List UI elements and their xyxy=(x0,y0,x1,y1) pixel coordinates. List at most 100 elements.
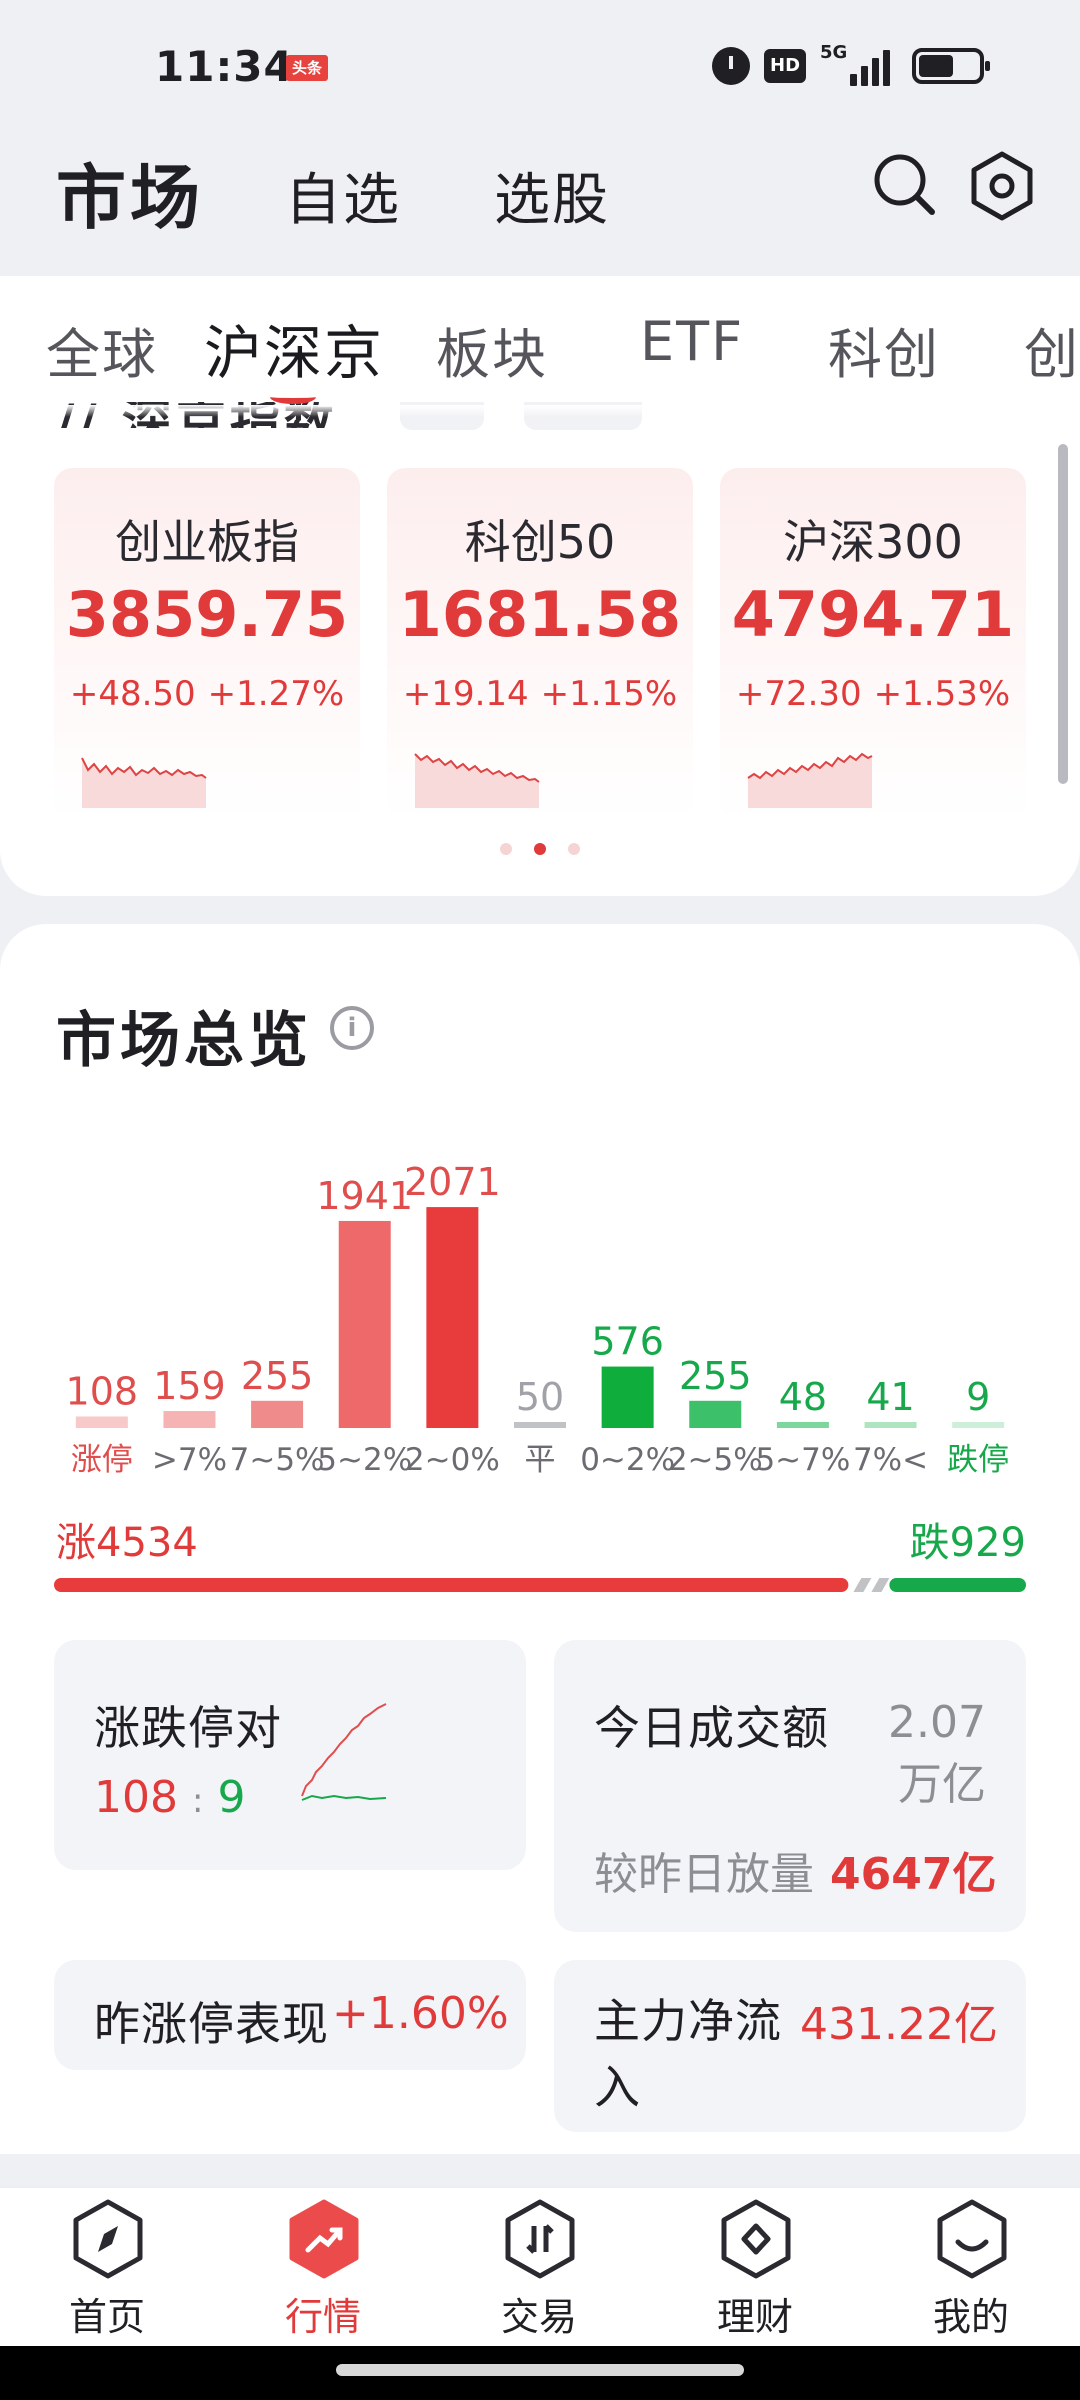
dist-value-label: 48 xyxy=(779,1375,827,1419)
tab-stock-picker[interactable]: 选股 xyxy=(494,155,610,236)
index-name: 沪深300 xyxy=(783,515,963,569)
dist-bar xyxy=(601,1366,654,1428)
nav-label: 行情 xyxy=(284,2295,361,2339)
limit-pair-values: 108 : 9 xyxy=(94,1772,245,1823)
index-change-abs: +19.14 xyxy=(402,674,529,714)
dist-value-label: 255 xyxy=(241,1354,314,1398)
yesterday-limit-value: +1.60% xyxy=(332,1988,509,2039)
dist-bar xyxy=(338,1220,391,1428)
dist-category-label: 2~5% xyxy=(668,1442,763,1478)
active-tab-indicator xyxy=(270,390,316,404)
index-name: 科创50 xyxy=(464,515,616,569)
index-card-csi300[interactable]: 沪深300 4794.71 +72.30 +1.53% xyxy=(720,468,1026,820)
index-value: 4794.71 xyxy=(731,578,1015,651)
limit-pair-trend xyxy=(301,1703,387,1801)
index-change: +19.14 +1.15% xyxy=(387,674,693,714)
turnover-card[interactable]: 今日成交额 2.07万亿 较昨日放量 4647亿 xyxy=(554,1640,1026,1932)
dist-category-label: >7% xyxy=(152,1442,227,1478)
carousel-dot[interactable] xyxy=(500,843,512,855)
search-icon[interactable] xyxy=(872,152,936,216)
down-count: 跌929 xyxy=(909,1520,1026,1566)
dist-bar xyxy=(864,1422,917,1428)
info-icon[interactable]: i xyxy=(330,1006,374,1050)
ratio-bar-flat-segment xyxy=(853,1578,872,1592)
dist-bar xyxy=(689,1400,742,1428)
index-sparkline xyxy=(747,752,873,808)
tab-watchlist[interactable]: 自选 xyxy=(285,155,401,236)
tab-hushenjing[interactable]: 沪深京 xyxy=(204,306,384,390)
dist-category-label: 7~5% xyxy=(230,1442,325,1478)
nav-market[interactable]: 行情 xyxy=(248,2198,398,2339)
tab-chinext[interactable]: 创 xyxy=(1024,310,1080,389)
index-sparkline xyxy=(81,757,207,808)
main-flow-label: 主力净流入 xyxy=(594,1994,782,2114)
tab-star-market[interactable]: 科创 xyxy=(828,310,940,389)
tabs-fade xyxy=(0,405,1080,417)
status-time: 11:34 xyxy=(155,42,294,91)
distribution-chart: 108 涨停 159 >7% 255 7~5% 1941 5~2% 2071 2~0% 50 平 576… xyxy=(66,1160,1010,1478)
index-card-chinext[interactable]: 创业板指 3859.75 +48.50 +1.27% xyxy=(54,468,360,820)
home-indicator[interactable] xyxy=(336,2364,744,2376)
nav-home[interactable]: 首页 xyxy=(32,2198,182,2339)
tab-sectors[interactable]: 板块 xyxy=(436,310,548,389)
dist-value-label: 50 xyxy=(516,1375,564,1419)
nav-label: 理财 xyxy=(716,2295,793,2339)
scrollbar[interactable] xyxy=(1058,444,1068,784)
diamond-icon xyxy=(721,2199,791,2279)
tab-etf[interactable]: ETF xyxy=(640,310,744,373)
nav-trade[interactable]: 交易 xyxy=(464,2198,614,2339)
alarm-icon xyxy=(712,47,750,85)
dist-bar xyxy=(251,1400,304,1428)
index-card-star50[interactable]: 科创50 1681.58 +19.14 +1.15% xyxy=(387,468,693,820)
nav-label: 我的 xyxy=(932,2295,1009,2339)
battery-icon xyxy=(912,48,991,84)
nav-label: 首页 xyxy=(68,2295,145,2339)
carousel-dot-active[interactable] xyxy=(534,843,546,855)
signal-icon: 5G xyxy=(820,42,891,86)
limit-pair-label: 涨跌停对 xyxy=(94,1701,282,1755)
trade-arrows-icon xyxy=(505,2199,575,2279)
index-change-pct: +1.53% xyxy=(873,674,1011,714)
yesterday-limit-card[interactable]: 昨涨停表现 +1.60% xyxy=(54,1960,526,2070)
index-sparkline xyxy=(414,753,540,808)
toutiao-badge: 头条 xyxy=(286,55,328,81)
dist-value-label: 41 xyxy=(866,1375,914,1419)
index-value: 3859.75 xyxy=(65,578,349,651)
page-title[interactable]: 市场 xyxy=(56,142,204,243)
carousel-dot[interactable] xyxy=(568,843,580,855)
dist-bar xyxy=(426,1207,479,1428)
dist-bar xyxy=(514,1422,566,1428)
main-flow-card[interactable]: 主力净流入 431.22亿 xyxy=(554,1960,1026,2132)
ratio-bar-flat xyxy=(853,1578,890,1592)
settings-icon[interactable] xyxy=(966,150,1038,222)
dist-bar xyxy=(952,1422,1005,1428)
dist-category-label: 跌停 xyxy=(947,1442,1009,1478)
index-change: +72.30 +1.53% xyxy=(720,674,1026,714)
tab-global[interactable]: 全球 xyxy=(46,310,158,389)
hd-icon: HD xyxy=(764,49,807,83)
dist-value-label: 576 xyxy=(591,1320,664,1364)
turnover-compare-value: 4647亿 xyxy=(830,1849,997,1900)
up-down-ratio-bar xyxy=(54,1578,1026,1592)
limit-pair-card[interactable]: 涨跌停对 108 : 9 xyxy=(54,1640,526,1870)
nav-wealth[interactable]: 理财 xyxy=(680,2198,830,2339)
dist-bar xyxy=(75,1416,128,1428)
up-count: 涨4534 xyxy=(56,1520,198,1566)
main-flow-value: 431.22亿 xyxy=(800,1999,998,2050)
status-icons: HD 5G xyxy=(712,42,991,88)
nav-mine[interactable]: 我的 xyxy=(896,2198,1046,2339)
dist-category-label: 5~2% xyxy=(317,1442,412,1478)
dist-category-label: 5~7% xyxy=(755,1442,850,1478)
dist-value-label: 1941 xyxy=(316,1174,413,1218)
index-change-pct: +1.15% xyxy=(540,674,678,714)
turnover-value: 2.07万亿 xyxy=(888,1697,986,1810)
turnover-label: 今日成交额 xyxy=(594,1701,829,1755)
index-change-pct: +1.27% xyxy=(207,674,345,714)
dist-category-label: 2~0% xyxy=(405,1442,500,1478)
dist-value-label: 255 xyxy=(679,1354,752,1398)
nav-label: 交易 xyxy=(500,2295,577,2339)
dist-value-label: 108 xyxy=(66,1369,139,1413)
network-type: 5G xyxy=(820,42,848,63)
compass-icon xyxy=(73,2199,143,2279)
index-name: 创业板指 xyxy=(115,515,299,569)
